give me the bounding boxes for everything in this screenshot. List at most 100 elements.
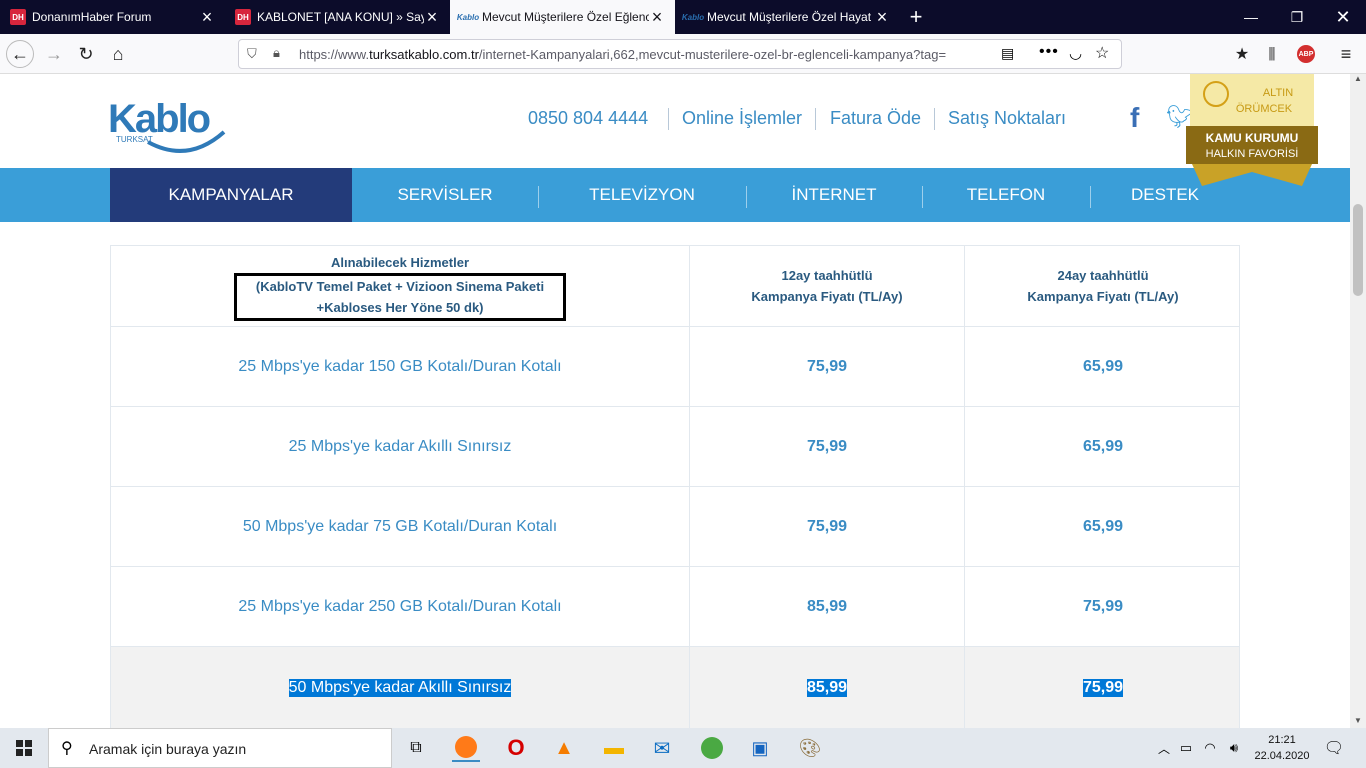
web-page: Kablo TURKSAT 0850 804 4444 Online İşlem…: [0, 74, 1350, 728]
fatura-ode-link[interactable]: Fatura Öde: [830, 108, 921, 129]
vlc-icon[interactable]: ▲: [550, 734, 578, 762]
notification-icon[interactable]: 🗨︎: [1320, 734, 1348, 762]
tab-mevcut-hayat[interactable]: Kablo Mevcut Müşterilere Özel Hayat ×: [675, 0, 900, 34]
selected-text: 85,99: [806, 678, 848, 697]
clock[interactable]: 21:21 22.04.2020: [1252, 732, 1312, 764]
bookmarks-star-icon[interactable]: ★: [1228, 40, 1256, 68]
minimize-icon[interactable]: —: [1228, 0, 1274, 34]
award-badge-graphic: ALTIN ÖRÜMCEK KAMU KURUMU HALKIN FAVORİS…: [1186, 74, 1318, 186]
close-icon[interactable]: ×: [424, 8, 440, 26]
header-services-line3: +Kabloses Her Yöne 50 dk): [316, 299, 484, 315]
new-tab-button[interactable]: +: [900, 0, 932, 34]
price-24-cell: 65,99: [1082, 357, 1124, 375]
url-text[interactable]: https://www.turksatkablo.com.tr/internet…: [299, 47, 989, 62]
dh-favicon-icon: DH: [235, 9, 251, 25]
menu-servisler[interactable]: SERVİSLER: [352, 168, 538, 222]
satis-noktalari-link[interactable]: Satış Noktaları: [948, 108, 1066, 129]
close-icon[interactable]: ×: [199, 8, 215, 26]
adblock-icon[interactable]: ABP: [1292, 40, 1320, 68]
phone-link[interactable]: 0850 804 4444: [528, 108, 648, 129]
forward-icon[interactable]: →: [40, 40, 68, 68]
url-path: /internet-Kampanyalari,662,mevcut-muster…: [478, 47, 947, 62]
tab-donanimhaber[interactable]: DH DonanımHaber Forum ×: [0, 0, 225, 34]
opera-icon[interactable]: O: [502, 734, 530, 762]
online-islemler-link[interactable]: Online İşlemler: [682, 108, 802, 129]
tab-mevcut-eglence[interactable]: Kablo Mevcut Müşterilere Özel Eğlence ×: [450, 0, 675, 34]
library-icon[interactable]: ⫼: [1258, 40, 1286, 68]
close-window-icon[interactable]: ✕: [1320, 0, 1366, 34]
shield-icon[interactable]: ⛉: [247, 46, 257, 62]
scroll-down-icon[interactable]: ▼: [1354, 716, 1362, 725]
taskbar-search[interactable]: ⚲ Aramak için buraya yazın: [48, 728, 392, 768]
altin-orumcek-badge[interactable]: ALTIN ÖRÜMCEK KAMU KURUMU HALKIN FAVORİS…: [1186, 74, 1318, 186]
menu-kampanyalar[interactable]: KAMPANYALAR: [110, 168, 352, 222]
scrollbar-thumb[interactable]: [1353, 204, 1363, 296]
tab-title: Mevcut Müşterilere Özel Eğlence: [482, 10, 649, 24]
table-row: 50 Mbps'ye kadar 75 GB Kotalı/Duran Kota…: [110, 487, 1240, 567]
mail-icon[interactable]: ✉: [648, 734, 676, 762]
divider: [934, 108, 935, 130]
badge-line2: ÖRÜMCEK: [1236, 103, 1293, 115]
menu-telefon[interactable]: TELEFON: [922, 168, 1090, 222]
close-icon[interactable]: ×: [874, 8, 890, 26]
kablo-favicon-icon: Kablo: [681, 12, 705, 22]
page-actions-icon[interactable]: •••: [1039, 43, 1059, 61]
tab-strip: DH DonanımHaber Forum × DH KABLONET [ANA…: [0, 0, 1366, 34]
restore-icon[interactable]: ❐: [1274, 0, 1320, 34]
price-24-cell: 75,99: [965, 647, 1241, 728]
clock-time: 21:21: [1268, 734, 1296, 746]
close-icon[interactable]: ×: [649, 8, 665, 26]
search-icon: ⚲: [61, 740, 73, 757]
scroll-up-icon[interactable]: ▲: [1354, 74, 1362, 83]
kablo-logo[interactable]: Kablo TURKSAT: [108, 92, 228, 154]
header-24-line2: Kampanya Fiyatı (TL/Ay): [1027, 289, 1179, 304]
table-row: 25 Mbps'ye kadar Akıllı Sınırsız 75,99 6…: [110, 407, 1240, 487]
volume-icon[interactable]: 🔊︎: [1220, 734, 1248, 762]
bookmark-star-icon[interactable]: ☆: [1095, 43, 1109, 63]
utorrent-icon[interactable]: [698, 734, 726, 762]
url-prefix: https://www.: [299, 47, 370, 62]
facebook-icon[interactable]: f: [1130, 102, 1139, 134]
tab-kablonet[interactable]: DH KABLONET [ANA KONU] » Sayfa ×: [225, 0, 450, 34]
url-bar[interactable]: ⛉ 🔒︎ https://www.turksatkablo.com.tr/int…: [238, 39, 1122, 69]
pocket-icon[interactable]: ◡: [1069, 44, 1082, 62]
page-scrollbar[interactable]: ▲ ▼: [1350, 74, 1366, 728]
hamburger-menu-icon[interactable]: ≡: [1332, 40, 1360, 68]
clock-date: 22.04.2020: [1254, 750, 1310, 762]
lock-icon[interactable]: 🔒︎: [273, 45, 280, 61]
header-12-line1: 12ay taahhütlü: [781, 268, 873, 283]
windows-start-icon[interactable]: [10, 734, 38, 762]
logo-sub: TURKSAT: [116, 135, 153, 144]
badge-line1: ALTIN: [1263, 87, 1293, 99]
highlight-box: (KabloTV Temel Paket + Vizioon Sinema Pa…: [234, 272, 566, 321]
header-12-month: 12ay taahhütlü Kampanya Fiyatı (TL/Ay): [690, 246, 965, 326]
reader-view-icon[interactable]: ▤: [1001, 45, 1014, 62]
table-row: 25 Mbps'ye kadar 250 GB Kotalı/Duran Kot…: [110, 567, 1240, 647]
service-cell: 50 Mbps'ye kadar 75 GB Kotalı/Duran Kota…: [111, 487, 690, 566]
menu-televizyon[interactable]: TELEVİZYON: [538, 168, 746, 222]
file-explorer-icon[interactable]: ▬: [600, 734, 628, 762]
home-icon[interactable]: ⌂: [104, 40, 132, 68]
divider: [815, 108, 816, 130]
firefox-icon[interactable]: [452, 734, 480, 762]
reload-icon[interactable]: ↻: [72, 40, 100, 68]
badge-line3: KAMU KURUMU: [1206, 131, 1299, 145]
abp-badge: ABP: [1297, 45, 1315, 63]
header-services: Alınabilecek Hizmetler (KabloTV Temel Pa…: [111, 246, 690, 326]
price-24-cell: 75,99: [1082, 597, 1124, 615]
windows-taskbar: ⚲ Aramak için buraya yazın ⧉ O ▲ ▬ ✉ ▣ 🎨…: [0, 728, 1366, 768]
price-24-cell: 65,99: [1082, 517, 1124, 535]
divider: [668, 108, 669, 130]
header-24-month: 24ay taahhütlü Kampanya Fiyatı (TL/Ay): [965, 246, 1241, 326]
task-view-icon[interactable]: ⧉: [402, 734, 430, 762]
paint-icon[interactable]: 🎨︎: [796, 734, 824, 762]
service-cell: 25 Mbps'ye kadar 250 GB Kotalı/Duran Kot…: [111, 567, 690, 646]
menu-internet[interactable]: İNTERNET: [746, 168, 922, 222]
photos-icon[interactable]: ▣: [746, 734, 774, 762]
header-24-line1: 24ay taahhütlü: [1057, 268, 1149, 283]
table-row: 25 Mbps'ye kadar 150 GB Kotalı/Duran Kot…: [110, 327, 1240, 407]
back-icon[interactable]: ←: [6, 40, 34, 68]
search-placeholder: Aramak için buraya yazın: [89, 741, 247, 757]
tab-title: Mevcut Müşterilere Özel Hayat: [707, 10, 872, 24]
main-menu: KAMPANYALAR SERVİSLER TELEVİZYON İNTERNE…: [0, 168, 1350, 222]
